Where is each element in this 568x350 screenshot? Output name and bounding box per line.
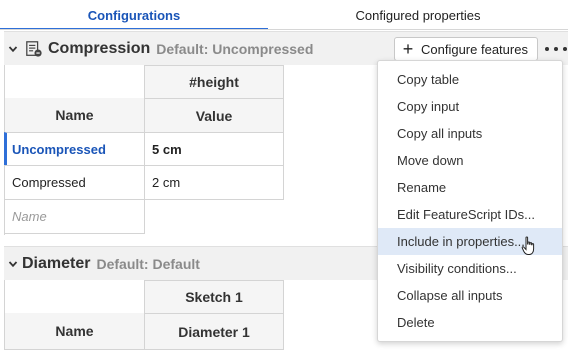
configure-features-button[interactable]: + Configure features — [394, 37, 538, 61]
tab-bar: Configurations Configured properties — [0, 0, 568, 30]
tabs-divider — [0, 29, 568, 30]
configuration-panel: Configurations Configured properties Com… — [0, 0, 568, 350]
value-column-header: Value — [144, 98, 284, 133]
configure-features-label: Configure features — [421, 41, 528, 57]
chevron-down-icon[interactable] — [4, 32, 22, 66]
section-title: Diameter — [22, 254, 91, 272]
options-menu: Copy table Copy input Copy all inputs Mo… — [377, 60, 563, 342]
table-row-name-uncompressed[interactable]: Uncompressed — [4, 132, 145, 166]
configuration-table-icon — [24, 39, 44, 59]
menu-item-rename[interactable]: Rename — [378, 174, 562, 201]
menu-item-include-in-properties[interactable]: Include in properties... — [378, 228, 562, 255]
menu-item-move-down[interactable]: Move down — [378, 147, 562, 174]
name-column-header: Name — [4, 313, 145, 350]
table-row-value-uncompressed[interactable]: 5 cm — [144, 132, 284, 166]
chevron-down-icon[interactable] — [4, 247, 22, 281]
value-column-header: Diameter 1 — [144, 313, 284, 350]
tab-configurations[interactable]: Configurations — [0, 0, 268, 30]
more-options-icon[interactable] — [545, 41, 567, 57]
menu-item-copy-all-inputs[interactable]: Copy all inputs — [378, 120, 562, 147]
default-configuration-label: Default: Uncompressed — [156, 40, 314, 57]
menu-item-delete[interactable]: Delete — [378, 309, 562, 336]
table-row-name-compressed[interactable]: Compressed — [4, 165, 145, 200]
new-row-name-input[interactable]: Name — [4, 199, 145, 234]
default-configuration-label: Default: Default — [96, 255, 200, 272]
section-title: Compression — [48, 39, 151, 57]
menu-item-edit-featurescript-ids[interactable]: Edit FeatureScript IDs... — [378, 201, 562, 228]
column-header-height[interactable]: #height — [144, 65, 284, 99]
menu-item-collapse-all-inputs[interactable]: Collapse all inputs — [378, 282, 562, 309]
menu-item-copy-table[interactable]: Copy table — [378, 66, 562, 93]
tab-configured-properties[interactable]: Configured properties — [268, 0, 568, 30]
table-row-value-compressed[interactable]: 2 cm — [144, 165, 284, 200]
plus-icon: + — [402, 39, 414, 59]
menu-item-copy-input[interactable]: Copy input — [378, 93, 562, 120]
name-column-header: Name — [4, 98, 145, 133]
menu-item-visibility-conditions[interactable]: Visibility conditions... — [378, 255, 562, 282]
column-header-sketch-1[interactable]: Sketch 1 — [144, 280, 284, 314]
